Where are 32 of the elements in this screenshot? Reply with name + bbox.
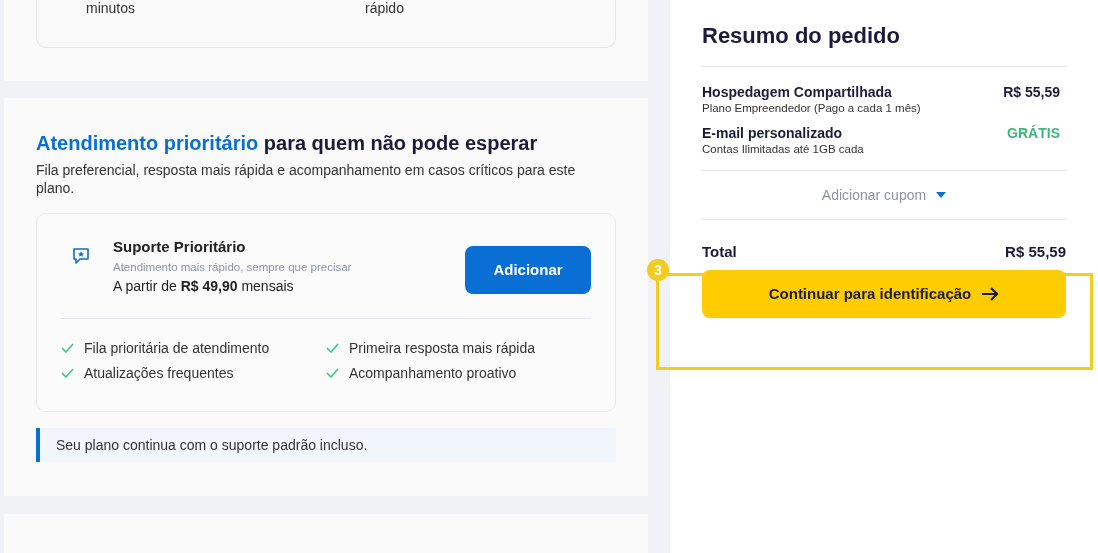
item-price: R$ 55,59 (1003, 83, 1060, 101)
step-badge: 3 (647, 259, 669, 281)
check-icon (61, 368, 74, 378)
add-button[interactable]: Adicionar (465, 246, 591, 294)
feature-text: Primeira resposta mais rápida (349, 339, 535, 357)
feature-text: rápido (365, 0, 404, 18)
item-detail: Contas Ilimitadas até 1GB cada (702, 142, 864, 156)
check-icon (326, 343, 339, 353)
coupon-toggle[interactable]: Adicionar cupom (821, 184, 947, 206)
addon-name: Suporte Prioritário (113, 237, 247, 257)
item-detail: Plano Empreendedor (Pago a cada 1 mês) (702, 101, 921, 115)
item-name: Hospedagem Compartilhada (702, 83, 893, 101)
total-value: R$ 55,59 (1005, 243, 1066, 261)
chat-star-icon (72, 247, 90, 265)
feature-text: Acompanhamento proativo (349, 364, 517, 382)
notice-text: Seu plano continua com o suporte padrão incluso. (56, 435, 368, 455)
item-name: E-mail personalizado (702, 124, 844, 142)
check-icon (61, 343, 74, 353)
addon-subtitle: Atendimento mais rápido, sempre que precisar (113, 260, 353, 274)
summary-title: Resumo do pedido (702, 22, 901, 50)
check-icon (326, 368, 339, 378)
section-title: Atendimento prioritário para quem não pode esperar (36, 131, 539, 155)
continue-button[interactable]: Continuar para identificação (702, 270, 1066, 318)
feature-text: Atualizações frequentes (84, 364, 234, 382)
item-price: GRÁTIS (1007, 124, 1060, 142)
feature-text: minutos (86, 0, 137, 18)
arrow-right-icon (981, 287, 1000, 301)
feature-text: Fila prioritária de atendimento (84, 339, 270, 357)
caret-icon (936, 192, 947, 198)
section-description: Fila preferencial, resposta mais rápida e acompanhamento em casos críticos para este plano. (36, 161, 577, 197)
total-label: Total (702, 243, 737, 261)
addon-price: A partir de R$ 49,90 mensais (113, 277, 295, 295)
